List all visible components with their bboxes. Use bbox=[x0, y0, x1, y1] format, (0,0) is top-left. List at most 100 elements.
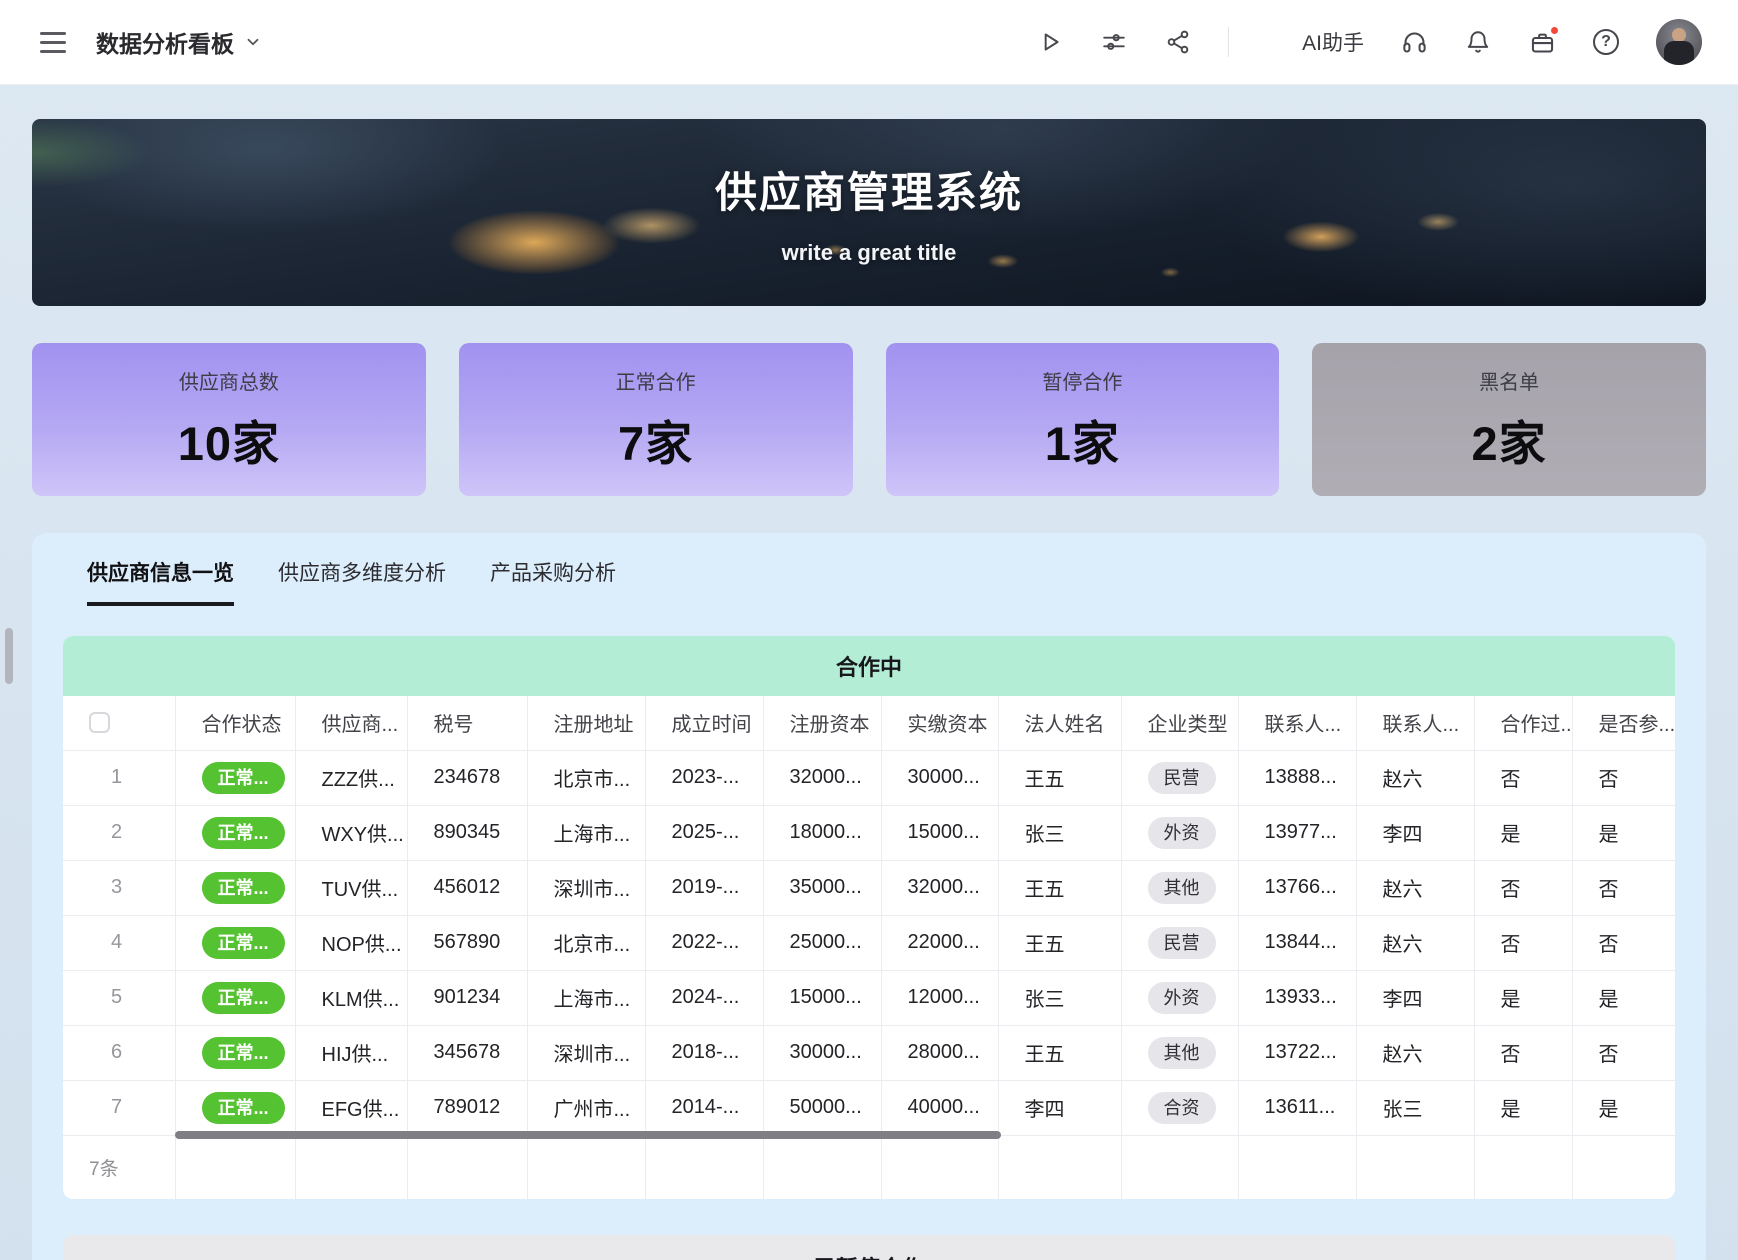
cell-contact-name: 张三 bbox=[1356, 1080, 1474, 1135]
cell-coop-past: 否 bbox=[1474, 1025, 1572, 1080]
cell-contact-phone: 13844... bbox=[1238, 915, 1356, 970]
row-count: 7条 bbox=[89, 1159, 119, 1180]
cell-paid-capital: 12000... bbox=[881, 970, 998, 1025]
cell-reg-capital: 50000... bbox=[763, 1080, 881, 1135]
banner-subtitle: write a great title bbox=[782, 240, 957, 266]
column-header[interactable]: 注册资本 bbox=[763, 696, 881, 750]
table-row[interactable]: 6 正常... HIJ供... 345678 深圳市... 2018-... 3… bbox=[63, 1025, 1675, 1080]
cell-supplier: ZZZ供... bbox=[295, 750, 407, 805]
cell-paid-capital: 28000... bbox=[881, 1025, 998, 1080]
content-panel: 供应商信息一览供应商多维度分析产品采购分析 合作中 合作状态供应商...税号注册… bbox=[32, 533, 1706, 1260]
stat-card: 黑名单 2家 bbox=[1312, 343, 1706, 496]
column-header[interactable]: 合作过... bbox=[1474, 696, 1572, 750]
status-badge: 正常... bbox=[202, 927, 285, 959]
cell-contact-name: 赵六 bbox=[1356, 915, 1474, 970]
cell-supplier: WXY供... bbox=[295, 805, 407, 860]
stat-card: 正常合作 7家 bbox=[459, 343, 853, 496]
table-row[interactable]: 1 正常... ZZZ供... 234678 北京市... 2023-... 3… bbox=[63, 750, 1675, 805]
table-row[interactable]: 7 正常... EFG供... 789012 广州市... 2014-... 5… bbox=[63, 1080, 1675, 1135]
company-type-badge: 其他 bbox=[1148, 872, 1216, 904]
cell-legal-person: 王五 bbox=[998, 1025, 1121, 1080]
status-badge: 正常... bbox=[202, 817, 285, 849]
table-row[interactable]: 3 正常... TUV供... 456012 深圳市... 2019-... 3… bbox=[63, 860, 1675, 915]
cell-company-type: 合资 bbox=[1121, 1080, 1238, 1135]
cell-founded: 2022-... bbox=[645, 915, 763, 970]
cell-founded: 2025-... bbox=[645, 805, 763, 860]
column-header[interactable]: 税号 bbox=[407, 696, 527, 750]
briefcase-icon[interactable] bbox=[1528, 28, 1556, 56]
cell-reg-capital: 18000... bbox=[763, 805, 881, 860]
cell-address: 上海市... bbox=[527, 805, 645, 860]
hero-banner: 供应商管理系统 write a great title bbox=[32, 119, 1706, 306]
vertical-scrollbar[interactable] bbox=[5, 628, 13, 684]
cell-tax-no: 890345 bbox=[407, 805, 527, 860]
cell-contact-phone: 13611... bbox=[1238, 1080, 1356, 1135]
stat-card: 供应商总数 10家 bbox=[32, 343, 426, 496]
chevron-down-icon[interactable] bbox=[244, 33, 262, 51]
cell-founded: 2023-... bbox=[645, 750, 763, 805]
menu-icon[interactable] bbox=[40, 27, 70, 57]
column-header[interactable]: 企业类型 bbox=[1121, 696, 1238, 750]
row-index: 1 bbox=[63, 750, 175, 805]
avatar[interactable] bbox=[1656, 19, 1702, 65]
cell-company-type: 外资 bbox=[1121, 970, 1238, 1025]
headset-icon[interactable] bbox=[1400, 28, 1428, 56]
select-all-checkbox[interactable] bbox=[89, 712, 110, 733]
table-row[interactable]: 5 正常... KLM供... 901234 上海市... 2024-... 1… bbox=[63, 970, 1675, 1025]
column-header[interactable]: 联系人... bbox=[1356, 696, 1474, 750]
cell-paid-capital: 40000... bbox=[881, 1080, 998, 1135]
stat-card-value: 2家 bbox=[1472, 405, 1547, 474]
stat-card-label: 黑名单 bbox=[1479, 366, 1539, 395]
column-header[interactable]: 供应商... bbox=[295, 696, 407, 750]
table-row[interactable]: 2 正常... WXY供... 890345 上海市... 2025-... 1… bbox=[63, 805, 1675, 860]
cell-address: 深圳市... bbox=[527, 860, 645, 915]
row-index: 3 bbox=[63, 860, 175, 915]
cell-reg-capital: 30000... bbox=[763, 1025, 881, 1080]
cell-status: 正常... bbox=[175, 860, 295, 915]
cell-founded: 2024-... bbox=[645, 970, 763, 1025]
help-icon[interactable]: ? bbox=[1592, 28, 1620, 56]
stat-card-value: 1家 bbox=[1045, 405, 1120, 474]
column-header[interactable]: 是否参... bbox=[1572, 696, 1675, 750]
play-icon[interactable] bbox=[1036, 28, 1064, 56]
sliders-icon[interactable] bbox=[1100, 28, 1128, 56]
column-header[interactable]: 实缴资本 bbox=[881, 696, 998, 750]
cell-paid-capital: 30000... bbox=[881, 750, 998, 805]
cell-legal-person: 张三 bbox=[998, 805, 1121, 860]
cell-coop-past: 是 bbox=[1474, 1080, 1572, 1135]
cell-founded: 2018-... bbox=[645, 1025, 763, 1080]
share-icon[interactable] bbox=[1164, 28, 1192, 56]
cell-status: 正常... bbox=[175, 970, 295, 1025]
column-header[interactable]: 联系人... bbox=[1238, 696, 1356, 750]
table-row[interactable]: 4 正常... NOP供... 567890 北京市... 2022-... 2… bbox=[63, 915, 1675, 970]
tab[interactable]: 产品采购分析 bbox=[490, 557, 616, 606]
stat-card-value: 7家 bbox=[618, 405, 693, 474]
cell-supplier: EFG供... bbox=[295, 1080, 407, 1135]
cell-participate: 是 bbox=[1572, 1080, 1675, 1135]
column-header[interactable]: 合作状态 bbox=[175, 696, 295, 750]
cell-status: 正常... bbox=[175, 915, 295, 970]
column-header[interactable]: 法人姓名 bbox=[998, 696, 1121, 750]
cell-coop-past: 否 bbox=[1474, 750, 1572, 805]
cell-address: 上海市... bbox=[527, 970, 645, 1025]
horizontal-scrollbar[interactable] bbox=[175, 1131, 1001, 1139]
status-badge: 正常... bbox=[202, 1037, 285, 1069]
cell-founded: 2019-... bbox=[645, 860, 763, 915]
tab[interactable]: 供应商多维度分析 bbox=[278, 557, 446, 606]
cell-coop-past: 是 bbox=[1474, 805, 1572, 860]
cell-paid-capital: 15000... bbox=[881, 805, 998, 860]
bell-icon[interactable] bbox=[1464, 28, 1492, 56]
suspended-section-title: 已暂停合作 bbox=[814, 1251, 924, 1260]
table-header-row: 合作状态供应商...税号注册地址成立时间注册资本实缴资本法人姓名企业类型联系人.… bbox=[63, 696, 1675, 750]
suppliers-table: 合作状态供应商...税号注册地址成立时间注册资本实缴资本法人姓名企业类型联系人.… bbox=[63, 696, 1675, 1199]
table-footer-row: 7条 bbox=[63, 1135, 1675, 1199]
tab[interactable]: 供应商信息一览 bbox=[87, 557, 234, 606]
cell-contact-name: 赵六 bbox=[1356, 750, 1474, 805]
ai-assistant-button[interactable]: AI助手 bbox=[1265, 27, 1364, 57]
column-header[interactable]: 注册地址 bbox=[527, 696, 645, 750]
company-type-badge: 其他 bbox=[1148, 1037, 1216, 1069]
cell-supplier: HIJ供... bbox=[295, 1025, 407, 1080]
cell-status: 正常... bbox=[175, 1025, 295, 1080]
column-header[interactable]: 成立时间 bbox=[645, 696, 763, 750]
cell-participate: 否 bbox=[1572, 860, 1675, 915]
